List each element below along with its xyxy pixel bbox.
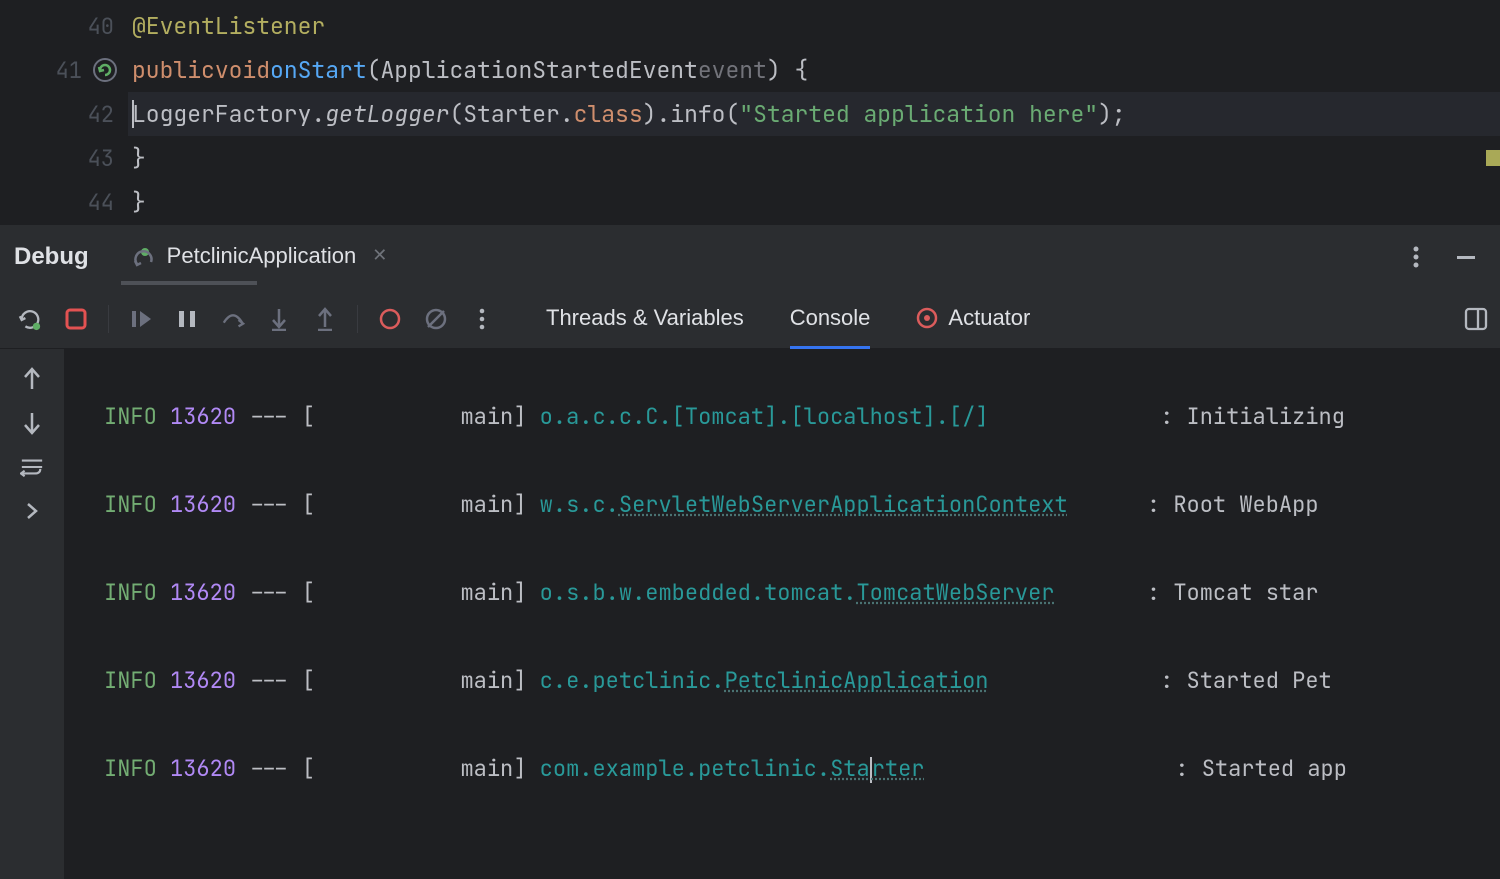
brace: } [132,143,146,173]
more-icon[interactable] [1404,245,1428,269]
log-line: INFO 13620 --- [ main] c.e.petclinic.Pet… [104,659,1500,703]
view-breakpoints-icon[interactable] [378,307,402,331]
keyword: public [132,55,215,85]
log-line: INFO 13620 --- [ main] w.s.c.ServletWebS… [104,483,1500,527]
line-number: 40 [0,4,128,48]
string-literal: "Started application here" [739,99,1098,129]
mute-breakpoints-icon[interactable] [424,307,448,331]
method-call: info [670,99,725,129]
log-line: INFO 13620 --- [ main] com.example.petcl… [104,747,1500,791]
step-out-icon[interactable] [313,307,337,331]
type: ApplicationStartedEvent [380,55,697,85]
scroll-down-icon[interactable] [20,411,44,435]
close-icon[interactable]: ✕ [372,245,387,266]
tab-threads-variables[interactable]: Threads & Variables [546,290,744,349]
annotation: @EventListener [132,11,325,41]
soft-wrap-icon[interactable] [20,455,44,479]
step-into-icon[interactable] [267,307,291,331]
param: event [698,55,767,85]
keyword: class [574,99,643,129]
class-ref: Starter [463,99,560,129]
more-vert-icon[interactable] [470,307,494,331]
minimap-marker[interactable] [1486,150,1500,166]
chevron-right-icon[interactable] [20,499,44,523]
line-number: 41 [0,48,128,92]
pause-icon[interactable] [175,307,199,331]
rerun-icon [133,244,157,268]
debug-tab-bar: Debug PetclinicApplication ✕ [0,225,1500,289]
tab-actuator[interactable]: Actuator [916,290,1030,349]
resume-icon[interactable] [129,307,153,331]
line-number: 44 [0,180,128,224]
brace: } [132,187,146,217]
debug-toolbar: Threads & Variables Console Actuator [0,289,1500,349]
scroll-up-icon[interactable] [20,367,44,391]
log-line: INFO 13620 --- [ main] o.a.c.c.C.[Tomcat… [104,395,1500,439]
log-line: INFO 13620 --- [ main] o.s.b.w.embedded.… [104,571,1500,615]
keyword: void [215,55,270,85]
line-number: 42 [0,92,128,136]
tab-console[interactable]: Console [790,290,871,349]
recursive-icon[interactable] [92,57,118,83]
debug-panel-title: Debug [14,243,89,271]
code-content[interactable]: @EventListener public void onStart(Appli… [128,0,1500,224]
code-editor[interactable]: 40 41 42 43 44 @EventListener public voi… [0,0,1500,224]
minimize-icon[interactable] [1454,245,1478,269]
actuator-icon [916,307,938,329]
line-number: 43 [0,136,128,180]
layout-icon[interactable] [1464,307,1488,331]
run-tab-label: PetclinicApplication [167,243,357,269]
method-name: onStart [270,55,367,85]
stop-icon[interactable] [64,307,88,331]
editor-gutter: 40 41 42 43 44 [0,0,128,224]
console-body: INFO 13620 --- [ main] o.a.c.c.C.[Tomcat… [0,349,1500,879]
console-gutter [0,349,64,879]
step-over-icon[interactable] [221,307,245,331]
run-configuration-tab[interactable]: PetclinicApplication ✕ [133,243,388,272]
rerun-icon[interactable] [18,307,42,331]
method-call: getLogger [325,99,449,129]
console-output[interactable]: INFO 13620 --- [ main] o.a.c.c.C.[Tomcat… [64,349,1500,879]
debug-subtabs: Threads & Variables Console Actuator [546,289,1030,348]
debug-panel: Debug PetclinicApplication ✕ [0,224,1500,879]
class-ref: LoggerFactory [132,99,311,129]
